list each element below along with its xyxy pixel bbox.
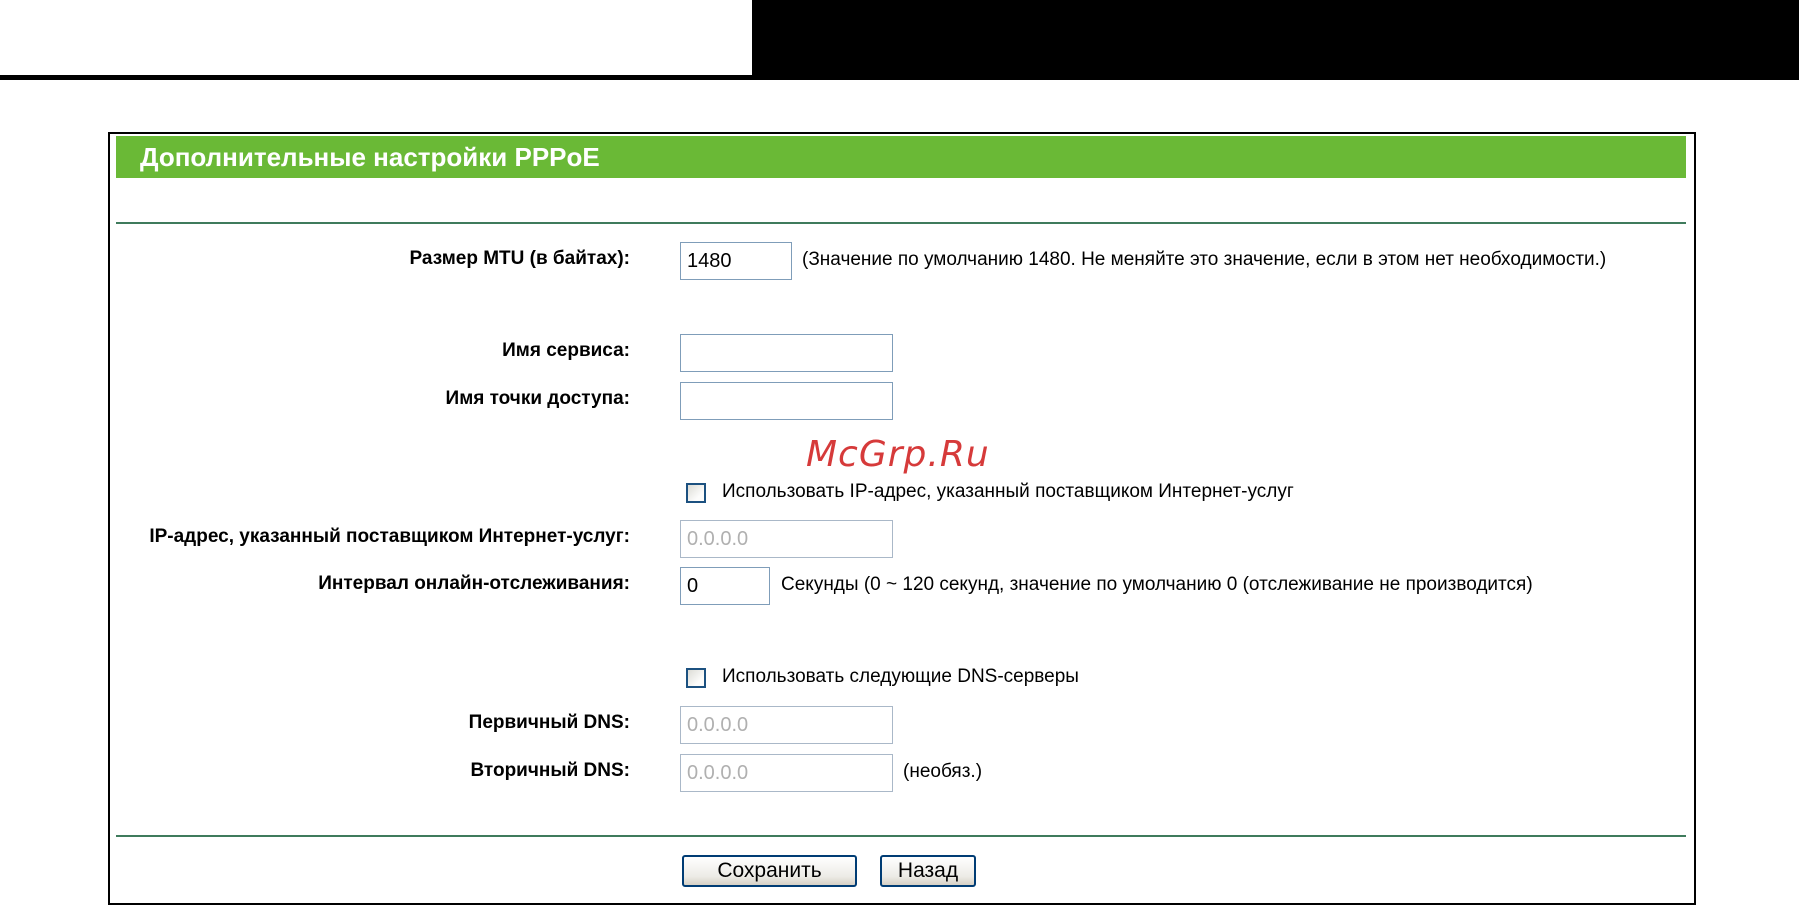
secondary-dns-label: Вторичный DNS:	[470, 760, 630, 781]
use-isp-ip-label: Использовать IP-адрес, указанный поставщ…	[722, 481, 1294, 502]
divider-top	[116, 222, 1686, 224]
use-isp-ip-checkbox[interactable]	[686, 483, 706, 503]
mtu-label: Размер MTU (в байтах):	[409, 248, 631, 269]
pppoe-settings-panel: Дополнительные настройки PPPoE Размер MT…	[108, 132, 1696, 905]
save-button[interactable]: Сохранить	[682, 855, 857, 887]
page-title: Дополнительные настройки PPPoE	[116, 136, 1686, 178]
back-button[interactable]: Назад	[880, 855, 976, 887]
echo-interval-input[interactable]	[680, 567, 770, 605]
echo-interval-label: Интервал онлайн-отслеживания:	[318, 573, 630, 594]
use-dns-checkbox[interactable]	[686, 668, 706, 688]
mtu-hint: (Значение по умолчанию 1480. Не меняйте …	[802, 249, 1607, 270]
ac-name-label: Имя точки доступа:	[445, 388, 630, 409]
watermark: McGrp.Ru	[806, 434, 990, 475]
echo-interval-hint: Секунды (0 ~ 120 секунд, значение по умо…	[781, 574, 1533, 595]
primary-dns-label: Первичный DNS:	[468, 712, 630, 733]
service-name-input[interactable]	[680, 334, 893, 372]
mtu-input[interactable]	[680, 242, 792, 280]
primary-dns-input[interactable]	[680, 706, 893, 744]
isp-ip-label: IP-адрес, указанный поставщиком Интернет…	[149, 526, 630, 547]
secondary-dns-hint: (необяз.)	[903, 761, 983, 782]
service-name-label: Имя сервиса:	[502, 340, 630, 361]
use-dns-label: Использовать следующие DNS-серверы	[722, 666, 1079, 687]
isp-ip-input[interactable]	[680, 520, 893, 558]
ac-name-input[interactable]	[680, 382, 893, 420]
header-rule	[0, 75, 1799, 80]
header-black-box	[752, 0, 1799, 75]
divider-bottom	[116, 835, 1686, 837]
secondary-dns-input[interactable]	[680, 754, 893, 792]
